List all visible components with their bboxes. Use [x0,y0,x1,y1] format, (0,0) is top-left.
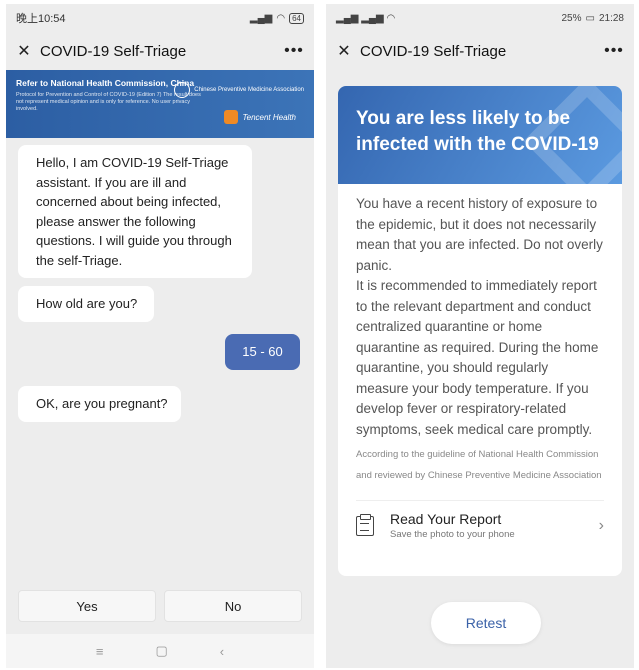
more-icon[interactable]: ••• [602,42,626,60]
report-title: Read Your Report [390,511,502,527]
more-icon[interactable]: ••• [282,42,306,60]
home-nav-icon[interactable]: ▢ [155,643,167,659]
retest-button[interactable]: Retest [431,602,541,644]
report-subtitle: Save the photo to your phone [390,529,515,540]
back-nav-icon[interactable]: ‹ [220,644,224,659]
battery-indicator: 64 [289,12,304,24]
page-title: COVID-19 Self-Triage [40,42,187,60]
result-body: You have a recent history of exposure to… [338,184,622,550]
signal-icon: ▂▄▆ ▂▄▆ ◠ [336,12,396,24]
title-bar: ✕ COVID-19 Self-Triage ••• [6,32,314,70]
signal-icon: ▂▄▆ [249,12,273,24]
bot-message-age: How old are you? [18,286,154,322]
bot-message-intro: Hello, I am COVID-19 Self-Triage assista… [18,145,252,278]
chat-area: Hello, I am COVID-19 Self-Triage assista… [6,138,314,578]
bot-message-pregnant: OK, are you pregnant? [18,386,181,422]
info-banner: Refer to National Health Commission, Chi… [6,70,314,138]
answer-bar: Yes No [6,582,314,630]
clipboard-icon [356,513,374,536]
signal-icons: ▂▄▆ ▂▄▆ ◠ [336,13,395,24]
wifi-icon: ◠ [276,12,286,24]
status-icons: ▂▄▆ ◠ 64 [249,12,304,24]
result-headline: You are less likely to be infected with … [356,108,599,155]
yes-button[interactable]: Yes [18,590,156,622]
menu-nav-icon[interactable]: ≡ [96,644,104,659]
status-bar: 晚上10:54 ▂▄▆ ◠ 64 [6,4,314,32]
user-message-age: 15 - 60 [225,334,300,370]
close-icon[interactable]: ✕ [14,41,34,61]
result-paragraph-1: You have a recent history of exposure to… [356,196,603,273]
cpma-emblem-icon [174,82,191,98]
left-screen: 晚上10:54 ▂▄▆ ◠ 64 ✕ COVID-19 Self-Triage … [6,4,314,668]
no-button[interactable]: No [164,590,302,622]
status-bar: ▂▄▆ ▂▄▆ ◠ 25% ▭ 21:28 [326,4,634,32]
system-nav-bar: ≡ ▢ ‹ [6,634,314,668]
tencent-health-icon [224,110,239,124]
battery-icon: ▭ [585,12,595,24]
cpma-name: Chinese Preventive Medicine Association [194,86,304,93]
tencent-health-name: Tencent Health [242,112,296,122]
status-time: 晚上10:54 [16,13,66,25]
read-report-row[interactable]: Read Your Report Save the photo to your … [356,501,604,550]
status-right: 25% ▭ 21:28 [562,13,625,24]
title-bar: ✕ COVID-19 Self-Triage ••• [326,32,634,70]
result-paragraph-2: It is recommended to immediately report … [356,278,599,437]
cpma-logo: Chinese Preventive Medicine Association [174,82,304,98]
page-title: COVID-19 Self-Triage [360,42,507,60]
battery-pct: 25% [561,12,582,24]
right-screen: ▂▄▆ ▂▄▆ ◠ 25% ▭ 21:28 ✕ COVID-19 Self-Tr… [326,4,634,668]
close-icon[interactable]: ✕ [334,41,354,61]
report-texts: Read Your Report Save the photo to your … [390,511,599,540]
tencent-health-logo: Tencent Health [224,110,296,124]
result-card: You are less likely to be infected with … [338,86,622,576]
result-hero: You are less likely to be infected with … [338,86,622,205]
source-note: According to the guideline of National H… [356,449,602,481]
chevron-right-icon: › [598,516,604,534]
status-time: 21:28 [598,12,624,24]
